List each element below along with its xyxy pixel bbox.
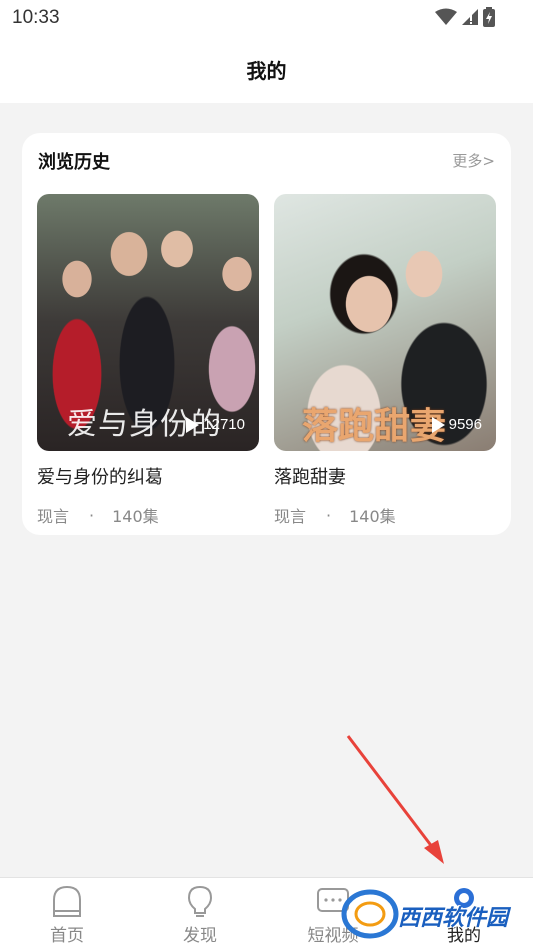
drama-genre: 现言: [37, 507, 70, 526]
meta-separator: ·: [326, 505, 332, 525]
play-icon: [186, 416, 200, 433]
play-count: 9596: [431, 416, 482, 433]
signal-icon: [462, 9, 478, 25]
watermark: 西西软件园: [340, 888, 515, 940]
play-count-value: 9596: [448, 416, 482, 433]
drama-title[interactable]: 落跑甜妻: [274, 463, 496, 489]
drama-poster[interactable]: 落跑甜妻 9596: [274, 194, 496, 451]
status-icons: [435, 7, 495, 27]
history-item[interactable]: 落跑甜妻 9596 落跑甜妻 现言 · 140集: [274, 194, 496, 527]
lightbulb-icon: [187, 885, 213, 917]
nav-item-discover[interactable]: 发现: [160, 884, 240, 946]
nav-label-home: 首页: [50, 926, 84, 946]
drama-episodes: 140集: [112, 507, 159, 526]
drama-episodes: 140集: [349, 507, 396, 526]
page-header: 我的: [0, 36, 533, 103]
play-icon: [431, 416, 445, 433]
home-icon: [53, 885, 81, 917]
nav-item-home[interactable]: 首页: [27, 884, 107, 946]
page-title: 我的: [246, 59, 287, 83]
status-bar: 10:33: [0, 0, 533, 36]
watermark-logo-icon: [341, 889, 399, 939]
nav-label-discover: 发现: [183, 926, 217, 946]
history-item[interactable]: 爱与身份的 12710 爱与身份的纠葛 现言 · 140集: [37, 194, 259, 527]
poster-title-text: 落跑甜妻: [302, 405, 447, 447]
meta-separator: ·: [89, 505, 95, 525]
history-more-link[interactable]: 更多>: [452, 150, 495, 171]
drama-meta: 现言 · 140集: [274, 503, 496, 527]
drama-poster[interactable]: 爱与身份的 12710: [37, 194, 259, 451]
status-time: 10:33: [12, 7, 60, 28]
play-count: 12710: [186, 416, 245, 433]
drama-meta: 现言 · 140集: [37, 503, 259, 527]
annotation-arrow: [346, 735, 444, 864]
play-count-value: 12710: [203, 416, 245, 433]
history-title: 浏览历史: [38, 152, 110, 173]
battery-icon: [483, 7, 495, 27]
drama-genre: 现言: [274, 507, 307, 526]
wifi-icon: [435, 8, 457, 25]
drama-title[interactable]: 爱与身份的纠葛: [37, 463, 259, 489]
watermark-text: 西西软件园: [398, 906, 509, 931]
history-card: 浏览历史 更多> 爱与身份的 12710 爱与身份的纠葛 现言 · 140集 落…: [22, 133, 511, 535]
